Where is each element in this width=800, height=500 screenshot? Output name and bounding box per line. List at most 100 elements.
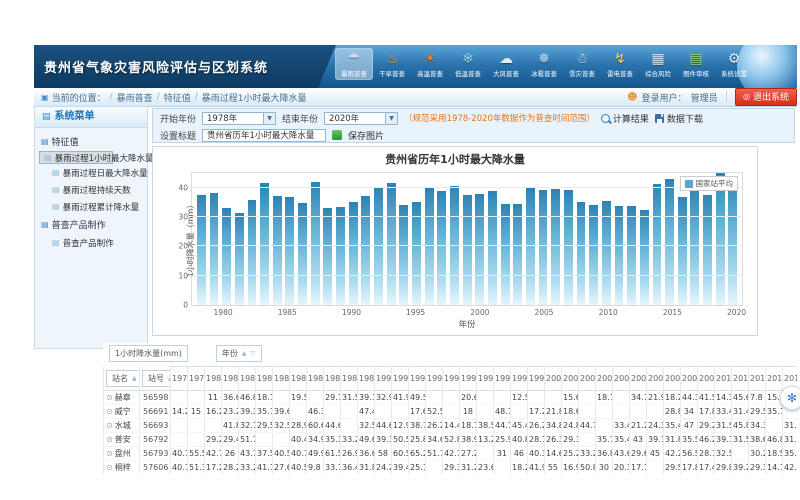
nav-item-drought[interactable]: ♨干旱普查 (373, 48, 411, 80)
chart-bar (728, 176, 737, 305)
sidebar-item[interactable]: ▤暴雨过程日最大降水量 (39, 164, 147, 181)
breadcrumb-prefix: 当前的位置： (52, 91, 106, 104)
row-expander-icon[interactable]: ⊙ (106, 435, 113, 444)
document-icon: ▤ (52, 168, 60, 177)
value-cell: 29.5 (664, 461, 681, 475)
station-name: 赫章 (115, 393, 131, 402)
value-cell: 58 (375, 447, 392, 461)
sidebar-group[interactable]: ▤普查产品制作 (39, 215, 147, 234)
nav-item-label: 冰雹普查 (531, 69, 557, 78)
year-group-chip[interactable]: 年份▲ ▽ (216, 345, 262, 362)
value-cell: 18.6 (562, 405, 579, 419)
document-icon: ▤ (52, 238, 60, 247)
breadcrumb-item-feature[interactable]: 特征值 (164, 91, 191, 104)
station-id-sort-chip[interactable]: 站号▲ ▽ (142, 370, 171, 387)
floating-widget-button[interactable]: ✻ (780, 386, 800, 410)
bar-slot (486, 173, 499, 305)
value-cell (273, 433, 290, 447)
bar-slot (271, 173, 284, 305)
row-expander-icon[interactable]: ⊙ (106, 407, 113, 416)
value-cell: 17.1 (630, 461, 647, 475)
nav-item-label: 低温普查 (455, 69, 481, 78)
value-cell: 34.9 (307, 433, 324, 447)
measure-chip[interactable]: 1小时降水量(mm) (109, 345, 188, 362)
nav-item-composite-risk[interactable]: ▦综合风险 (639, 48, 677, 80)
value-cell: 17.4 (698, 461, 715, 475)
value-cell: 31.1 (783, 433, 798, 447)
value-cell: 33.2 (579, 447, 596, 461)
calculate-button[interactable]: 计算结果 (601, 112, 649, 125)
gridline (192, 187, 742, 188)
breadcrumb-item-current[interactable]: 暴雨过程1小时最大降水量 (202, 91, 307, 104)
download-button[interactable]: 数据下载 (655, 112, 703, 125)
breadcrumb-item-survey[interactable]: 暴雨普查 (117, 91, 153, 104)
nav: ☂暴雨普查♨干旱普查☀高温普查❄低温普查☁大风普查❅冰雹普查☃雪灾普查↯雷电普查… (335, 48, 753, 80)
snow-icon: ☃ (576, 50, 589, 69)
station-name-cell: ⊙威宁 (104, 405, 140, 419)
chart-bar (716, 173, 725, 305)
end-year-select[interactable]: 2020年▼ (324, 112, 398, 125)
value-cell: 40.5 (273, 447, 290, 461)
value-cell (273, 391, 290, 405)
sidebar-group[interactable]: ▤特征值 (39, 132, 147, 151)
sidebar-item[interactable]: ▤暴雨过程累计降水量 (39, 198, 147, 215)
sidebar-item[interactable]: ▤普查产品制作 (39, 234, 147, 251)
lightning-icon: ↯ (614, 50, 626, 69)
value-cell (205, 419, 222, 433)
value-cell: 35.4 (613, 433, 630, 447)
start-year-select[interactable]: 1978年▼ (202, 112, 276, 125)
sidebar-item[interactable]: ▤暴雨过程1小时最大降水量 (39, 151, 113, 164)
user-icon: ☻ (627, 92, 637, 103)
bar-slot (613, 173, 626, 305)
value-cell: 34 (681, 405, 698, 419)
value-cell: 45 (647, 447, 664, 461)
value-cell: 27.2 (460, 447, 477, 461)
nav-item-lightning[interactable]: ↯雷电普查 (601, 48, 639, 80)
chart-bar (665, 179, 674, 305)
chart-title-input[interactable]: 贵州省历年1小时最大降水量 (202, 129, 326, 142)
value-cell: 18.2 (511, 461, 528, 475)
chart-bar (627, 206, 636, 305)
nav-item-snow[interactable]: ☃雪灾普查 (563, 48, 601, 80)
nav-item-low-temp[interactable]: ❄低温普查 (449, 48, 487, 80)
bar-slot (448, 173, 461, 305)
value-cell: 28.1 (698, 447, 715, 461)
save-image-button[interactable]: 保存图片 (348, 129, 384, 142)
x-tick-label: 1990 (342, 308, 361, 317)
value-cell: 45.6 (732, 391, 749, 405)
value-cell: 33.2 (341, 433, 358, 447)
nav-item-hail[interactable]: ❅冰雹普查 (525, 48, 563, 80)
chart-bar (273, 196, 282, 305)
row-expander-icon[interactable]: ⊙ (106, 393, 113, 402)
value-cell: 44.1 (494, 419, 511, 433)
row-expander-icon[interactable]: ⊙ (106, 449, 113, 458)
high-temp-icon: ☀ (424, 50, 437, 69)
nav-item-settings-wrench[interactable]: ⚙系统设置 (715, 48, 753, 80)
station-name-sort-chip[interactable]: 站名▲ ▽ (106, 370, 140, 387)
menu-icon: ▤ (42, 107, 51, 127)
year-column-header: 1990 (375, 367, 392, 391)
value-cell: 7.8 (749, 391, 766, 405)
nav-item-map-review[interactable]: ▤图件审核 (677, 48, 715, 80)
value-cell: 40.5 (290, 461, 307, 475)
year-column-header: 1994 (443, 367, 460, 391)
x-tick-label: 1985 (278, 308, 297, 317)
chart-bar (260, 183, 269, 305)
nav-item-rainstorm[interactable]: ☂暴雨普查 (335, 48, 373, 80)
sidebar-item[interactable]: ▤暴雨过程持续天数 (39, 181, 147, 198)
logout-button[interactable]: ◎ 退出系统 (735, 88, 797, 106)
value-cell: 21.9 (647, 391, 664, 405)
value-cell: 14.1 (766, 461, 783, 475)
year-column-header: 1979 (188, 367, 205, 391)
app-title-panel: 贵州省气象灾害风险评估与区划系统 (34, 45, 336, 88)
nav-item-high-temp[interactable]: ☀高温普查 (411, 48, 449, 80)
range-note: （规范采用1978-2020年数据作为普查时间范围） (404, 112, 595, 124)
row-expander-icon[interactable]: ⊙ (106, 421, 113, 430)
value-cell (494, 461, 511, 475)
value-cell (613, 405, 630, 419)
value-cell: 29.6 (630, 447, 647, 461)
value-cell: 34.6 (426, 433, 443, 447)
nav-item-gale[interactable]: ☁大风普查 (487, 48, 525, 80)
row-expander-icon[interactable]: ⊙ (106, 463, 113, 472)
value-cell: 31.5 (732, 433, 749, 447)
